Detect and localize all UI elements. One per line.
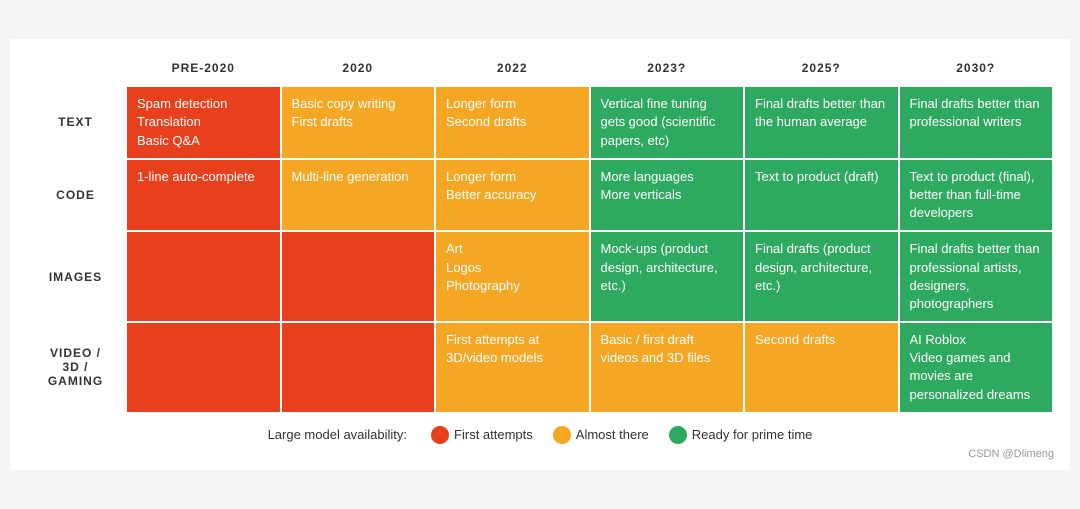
cell-r3-c2: First attempts at 3D/video models [435,322,590,413]
cell-r3-c0 [126,322,281,413]
legend: Large model availability: First attempts… [26,426,1054,444]
header-2022: 2022 [435,55,590,86]
header-2030: 2030? [899,55,1054,86]
table-row: IMAGES Art Logos PhotographyMock-ups (pro… [26,231,1053,322]
table-row: TEXTSpam detection Translation Basic Q&A… [26,86,1053,159]
row-label-3: VIDEO / 3D / GAMING [26,322,126,413]
attribution: CSDN @Dlimeng [26,448,1054,460]
cell-r0-c1: Basic copy writing First drafts [281,86,436,159]
table-row: VIDEO / 3D / GAMING First attempts at 3D/… [26,322,1053,413]
header-2025: 2025? [744,55,899,86]
cell-r2-c2: Art Logos Photography [435,231,590,322]
cell-r1-c0: 1-line auto-complete [126,159,281,232]
table-row: CODE1-line auto-completeMulti-line gener… [26,159,1053,232]
legend-label-first: First attempts [454,427,533,442]
cell-r3-c5: AI Roblox Video games and movies are per… [899,322,1054,413]
cell-r1-c3: More languages More verticals [590,159,745,232]
cell-r2-c3: Mock-ups (product design, architecture, … [590,231,745,322]
row-label-0: TEXT [26,86,126,159]
cell-r0-c0: Spam detection Translation Basic Q&A [126,86,281,159]
cell-r3-c1 [281,322,436,413]
capability-table: PRE-2020 2020 2022 2023? 2025? 2030? TEX… [26,55,1054,414]
header-2023: 2023? [590,55,745,86]
cell-r3-c4: Second drafts [744,322,899,413]
header-label-col [26,55,126,86]
cell-r0-c4: Final drafts better than the human avera… [744,86,899,159]
legend-dot-green [669,426,687,444]
cell-r3-c3: Basic / first draft videos and 3D files [590,322,745,413]
legend-item-first: First attempts [431,426,533,444]
cell-r1-c4: Text to product (draft) [744,159,899,232]
legend-dot-red [431,426,449,444]
legend-item-almost: Almost there [553,426,649,444]
legend-label-almost: Almost there [576,427,649,442]
cell-r0-c2: Longer form Second drafts [435,86,590,159]
cell-r2-c5: Final drafts better than professional ar… [899,231,1054,322]
cell-r1-c2: Longer form Better accuracy [435,159,590,232]
legend-item-ready: Ready for prime time [669,426,813,444]
main-container: PRE-2020 2020 2022 2023? 2025? 2030? TEX… [10,39,1070,470]
row-label-2: IMAGES [26,231,126,322]
cell-r2-c0 [126,231,281,322]
cell-r0-c3: Vertical fine tuning gets good (scientif… [590,86,745,159]
cell-r1-c1: Multi-line generation [281,159,436,232]
header-2020: 2020 [281,55,436,86]
cell-r2-c4: Final drafts (product design, architectu… [744,231,899,322]
cell-r0-c5: Final drafts better than professional wr… [899,86,1054,159]
legend-dot-orange [553,426,571,444]
legend-prefix: Large model availability: [268,427,407,442]
header-pre2020: PRE-2020 [126,55,281,86]
cell-r2-c1 [281,231,436,322]
row-label-1: CODE [26,159,126,232]
cell-r1-c5: Text to product (final), better than ful… [899,159,1054,232]
legend-label-ready: Ready for prime time [692,427,813,442]
